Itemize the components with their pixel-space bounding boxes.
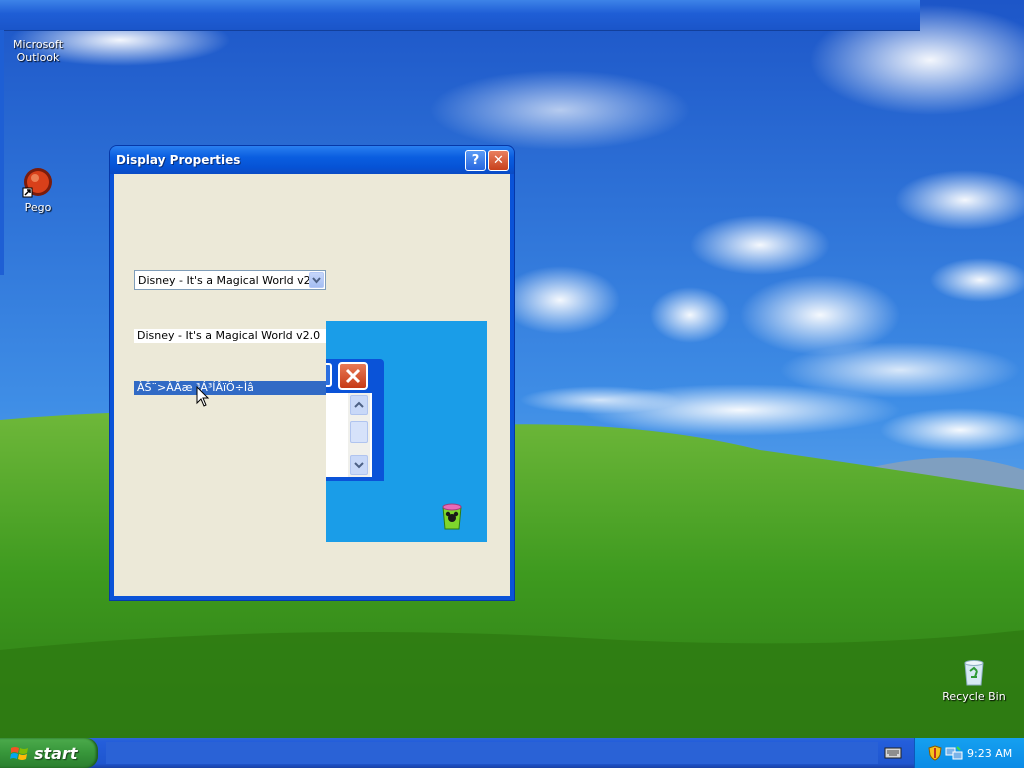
preview-close-icon: [338, 362, 368, 390]
security-shield-icon[interactable]: [927, 745, 943, 764]
theme-list-item[interactable]: Disney - It's a Magical World v2.0: [134, 329, 326, 343]
preview-window: [326, 359, 384, 481]
display-properties-window: Display Properties ? ✕ Disney - It's a M…: [110, 146, 514, 600]
window-client-area: Disney - It's a Magical World v2.0 Disne…: [114, 174, 510, 596]
close-icon: ✕: [493, 153, 504, 168]
preview-maximize-icon: [326, 363, 332, 387]
theme-list[interactable]: Disney - It's a Magical World v2.0 ÀŠ¨>À…: [134, 329, 326, 399]
theme-preview: [326, 321, 487, 542]
window-left-edge: [0, 30, 4, 275]
preview-scroll-thumb: [350, 421, 368, 443]
theme-combobox-value: Disney - It's a Magical World v2.0: [138, 274, 322, 287]
theme-combobox[interactable]: Disney - It's a Magical World v2.0: [134, 270, 326, 290]
help-button[interactable]: ?: [465, 150, 486, 171]
taskbar-buttons-area[interactable]: [106, 742, 878, 764]
maximized-window-edge: [0, 0, 920, 31]
clock[interactable]: 9:23 AM: [967, 747, 1012, 760]
windows-flag-icon: [10, 745, 30, 766]
window-title: Display Properties: [116, 153, 241, 167]
mouse-cursor-icon: [196, 385, 210, 411]
chevron-down-icon: [312, 277, 321, 284]
recycle-bin-icon: [959, 657, 989, 687]
desktop-icon-outlook[interactable]: Microsoft Outlook: [0, 38, 76, 64]
preview-recycle-bin-icon: [440, 501, 464, 534]
combobox-dropdown-button[interactable]: [309, 272, 324, 288]
start-label: start: [34, 744, 78, 763]
preview-window-client: [326, 393, 372, 477]
taskbar: start 9:23 AM: [0, 738, 1024, 768]
desktop-icon-pego[interactable]: Pego: [0, 166, 76, 214]
close-button[interactable]: ✕: [488, 150, 509, 171]
recycle-bin-label: Recycle Bin: [942, 690, 1006, 703]
pego-label: Pego: [24, 201, 52, 214]
start-button[interactable]: start: [0, 738, 98, 768]
desktop-icon-recycle-bin[interactable]: Recycle Bin: [936, 657, 1012, 703]
window-title-bar[interactable]: Display Properties ? ✕: [110, 146, 514, 174]
outlook-label-line1: Microsoft: [12, 38, 64, 51]
outlook-label-line2: Outlook: [16, 51, 60, 64]
preview-scrollbar: [348, 393, 370, 477]
system-tray: 9:23 AM: [914, 738, 1024, 768]
network-icon[interactable]: [945, 745, 963, 764]
preview-scroll-down-icon: [350, 455, 368, 475]
help-icon: ?: [471, 153, 480, 168]
keyboard-icon[interactable]: [884, 746, 902, 763]
preview-scroll-up-icon: [350, 395, 368, 415]
pego-icon: [22, 166, 54, 198]
theme-list-item-selected[interactable]: ÀŠ¨>ÀÃæ ³Á³ÍÂïÖ÷Ìâ: [134, 381, 326, 395]
